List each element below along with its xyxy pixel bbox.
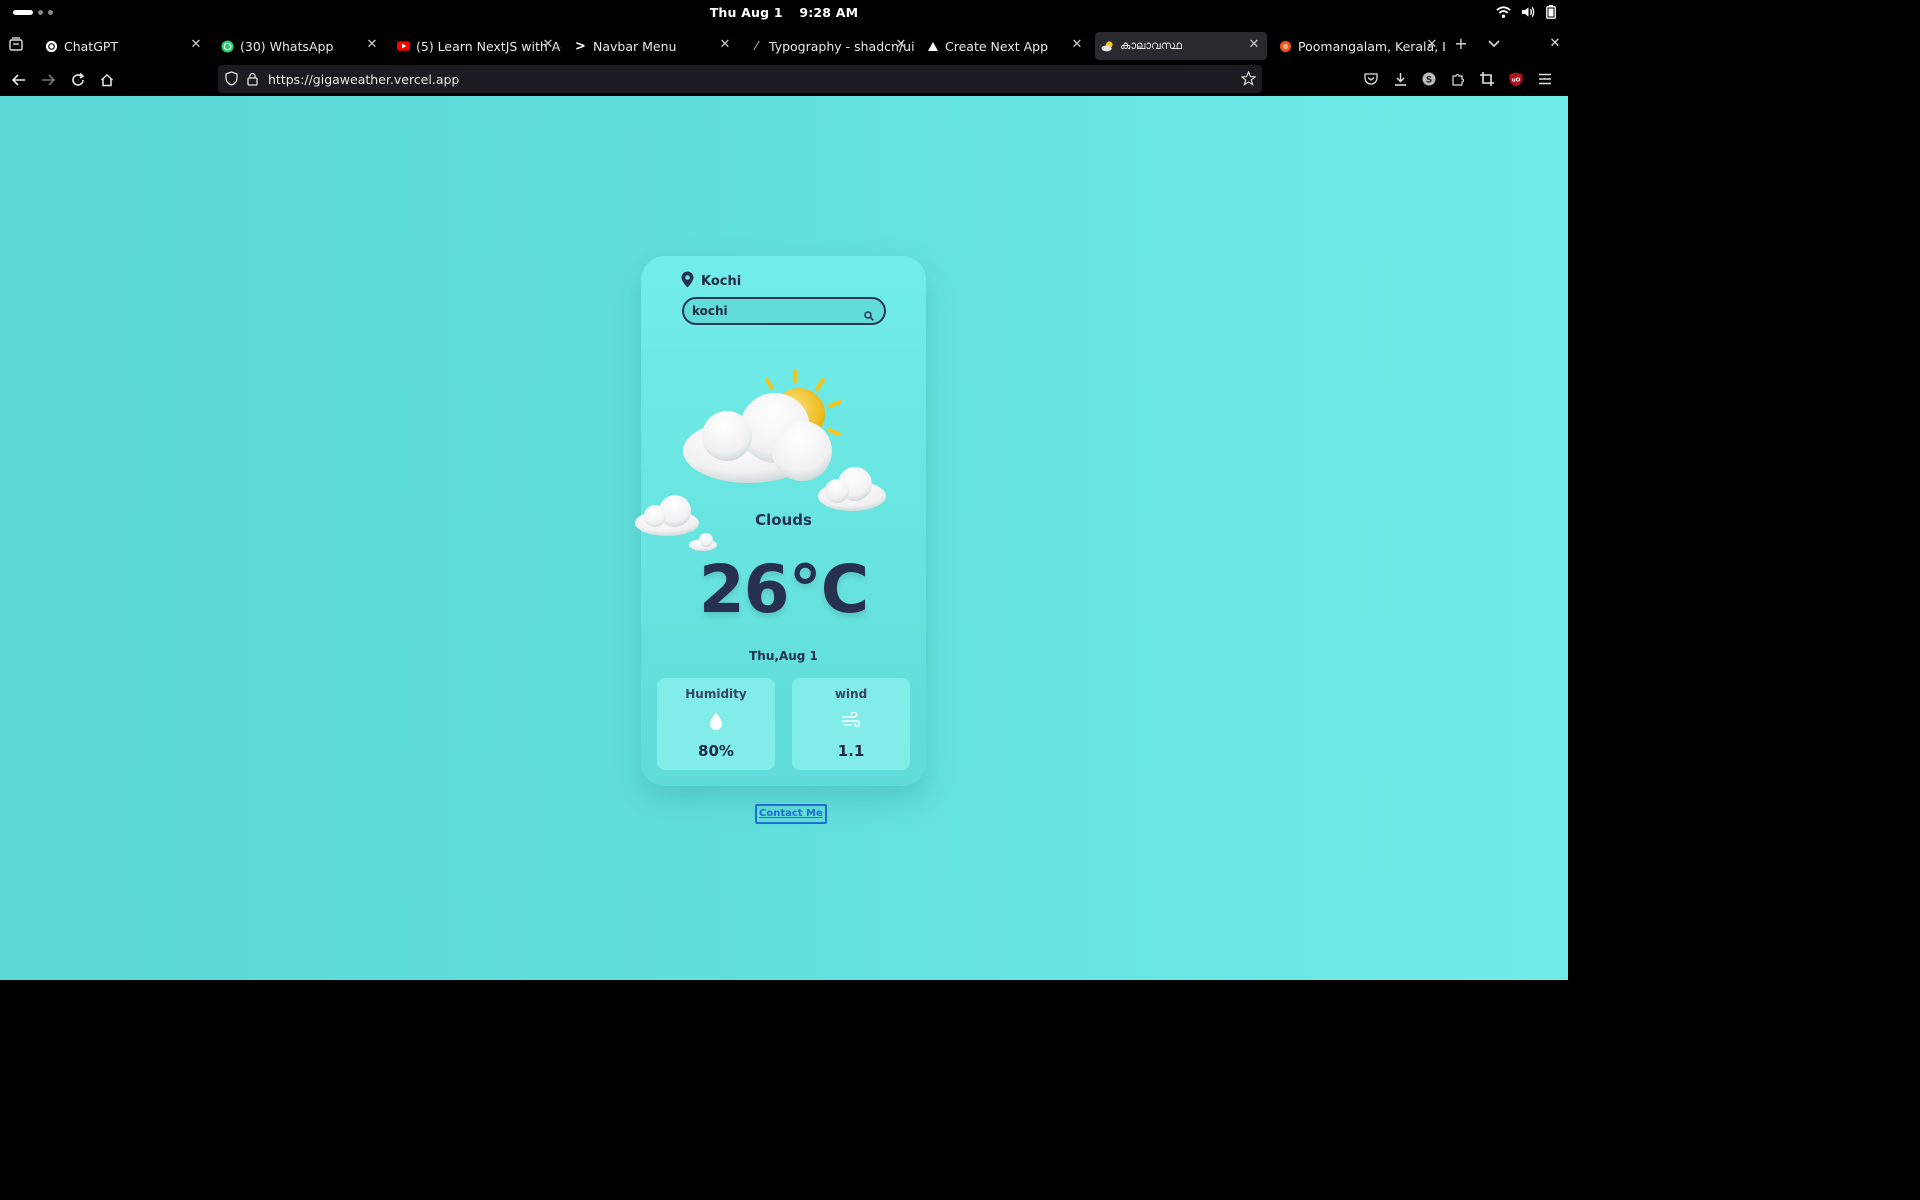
humidity-value: 80% [698, 742, 734, 760]
url-bar[interactable]: https://gigaweather.vercel.app [218, 65, 1262, 93]
tab-label: Typography - shadcn/ui [769, 38, 914, 54]
pocket-icon[interactable] [1362, 70, 1380, 88]
slash-icon: ⁄ [755, 39, 758, 53]
wind-value: 1.1 [837, 742, 865, 760]
contact-me-link[interactable]: Contact Me [755, 804, 827, 824]
whatsapp-icon [221, 39, 234, 53]
battery-icon[interactable] [1546, 5, 1556, 19]
list-tabs-chevron-down-icon[interactable] [1484, 34, 1504, 54]
city-search-input[interactable] [692, 302, 862, 320]
wifi-icon[interactable] [1496, 5, 1511, 19]
location-name: Kochi [701, 274, 742, 289]
tab-youtube[interactable]: (5) Learn NextJS with Ac ✕ [391, 32, 561, 60]
tab-label: Poomangalam, Kerala, I [1298, 38, 1445, 54]
tab-close-icon[interactable]: ✕ [541, 38, 555, 52]
weather-page: Kochi kochi Clouds 26°C Thu,Aug 1 Humidi… [0, 96, 1568, 980]
tab-label: Navbar Menu [593, 38, 677, 54]
tab-label: Create Next App [945, 38, 1049, 54]
tab-create-next-app[interactable]: Create Next App ✕ [920, 32, 1090, 60]
tab-label: (30) WhatsApp [240, 38, 334, 54]
tab-label: കാലാവസ്ഥ [1120, 39, 1182, 52]
lock-icon[interactable] [247, 71, 258, 90]
globe-icon [1279, 40, 1292, 53]
system-date: Thu Aug 1 [709, 5, 783, 20]
tab-weather-active[interactable]: കാലാവസ്ഥ ✕ [1095, 32, 1267, 60]
tracking-protection-shield-icon[interactable] [225, 71, 238, 90]
account-avatar-icon[interactable]: S [1420, 70, 1438, 88]
temperature-value: 26°C [698, 551, 869, 628]
close-window-icon[interactable]: ✕ [1545, 34, 1565, 54]
download-icon[interactable] [1391, 70, 1409, 88]
wind-label: wind [834, 687, 868, 701]
url-text[interactable]: https://gigaweather.vercel.app [268, 72, 459, 87]
tab-label: ChatGPT [64, 38, 119, 54]
tab-close-icon[interactable]: ✕ [1425, 38, 1439, 52]
weather-card: Kochi kochi Clouds 26°C Thu,Aug 1 Humidi… [635, 256, 926, 786]
menu-hamburger-icon[interactable] [1536, 70, 1554, 88]
home-icon[interactable] [97, 70, 117, 90]
new-tab-icon[interactable]: + [1451, 34, 1471, 54]
tab-close-icon[interactable]: ✕ [894, 38, 908, 52]
tab-typography[interactable]: ⁄ Typography - shadcn/ui ✕ [744, 32, 914, 60]
current-date: Thu,Aug 1 [749, 649, 818, 663]
system-top-bar: Thu Aug 1 9:28 AM [0, 0, 1568, 26]
tab-close-icon[interactable]: ✕ [189, 38, 203, 52]
map-pin-icon [681, 271, 694, 292]
youtube-icon [397, 40, 410, 53]
weather-icon [1101, 40, 1114, 53]
tab-poomangalam[interactable]: Poomangalam, Kerala, I ✕ [1273, 32, 1445, 60]
extensions-puzzle-icon[interactable] [1449, 70, 1467, 88]
system-time: 9:28 AM [799, 5, 859, 20]
tab-chatgpt[interactable]: ChatGPT ✕ [39, 32, 209, 60]
chevron-right-icon: > [575, 38, 586, 54]
tab-close-icon[interactable]: ✕ [1070, 38, 1084, 52]
tab-close-icon[interactable]: ✕ [1247, 38, 1261, 52]
navigation-bar: https://gigaweather.vercel.app S uO [0, 62, 1568, 96]
humidity-label: Humidity [685, 687, 747, 701]
tab-close-icon[interactable]: ✕ [365, 38, 379, 52]
tab-whatsapp[interactable]: (30) WhatsApp ✕ [215, 32, 385, 60]
svg-text:S: S [1426, 76, 1432, 86]
forward-arrow-icon[interactable] [38, 70, 58, 90]
wind-panel: wind 1.1 [792, 678, 910, 770]
tab-strip: ChatGPT ✕ (30) WhatsApp ✕ (5) Learn Next… [0, 28, 1568, 62]
location-header: Kochi [681, 271, 741, 292]
weather-condition: Clouds [755, 511, 812, 529]
search-icon[interactable] [864, 306, 874, 325]
tab-close-icon[interactable]: ✕ [718, 38, 732, 52]
system-clock[interactable]: Thu Aug 1 9:28 AM [0, 5, 1568, 20]
triangle-icon [926, 40, 939, 53]
screenshot-crop-icon[interactable] [1478, 70, 1496, 88]
chatgpt-icon [45, 40, 58, 53]
city-search-box[interactable] [682, 297, 886, 325]
back-arrow-icon[interactable] [9, 70, 29, 90]
tab-label: (5) Learn NextJS with Ac [416, 38, 561, 54]
ublock-origin-icon[interactable]: uO [1507, 70, 1525, 88]
svg-text:uO: uO [1512, 77, 1521, 83]
tab-overview-icon[interactable] [6, 34, 26, 54]
humidity-panel: Humidity 80% [657, 678, 775, 770]
tab-navbar-menu[interactable]: > Navbar Menu ✕ [568, 32, 738, 60]
reload-icon[interactable] [68, 70, 88, 90]
wind-icon [842, 711, 861, 732]
bookmark-star-icon[interactable] [1240, 70, 1257, 90]
volume-icon[interactable] [1521, 5, 1536, 19]
water-drop-icon [709, 712, 723, 734]
